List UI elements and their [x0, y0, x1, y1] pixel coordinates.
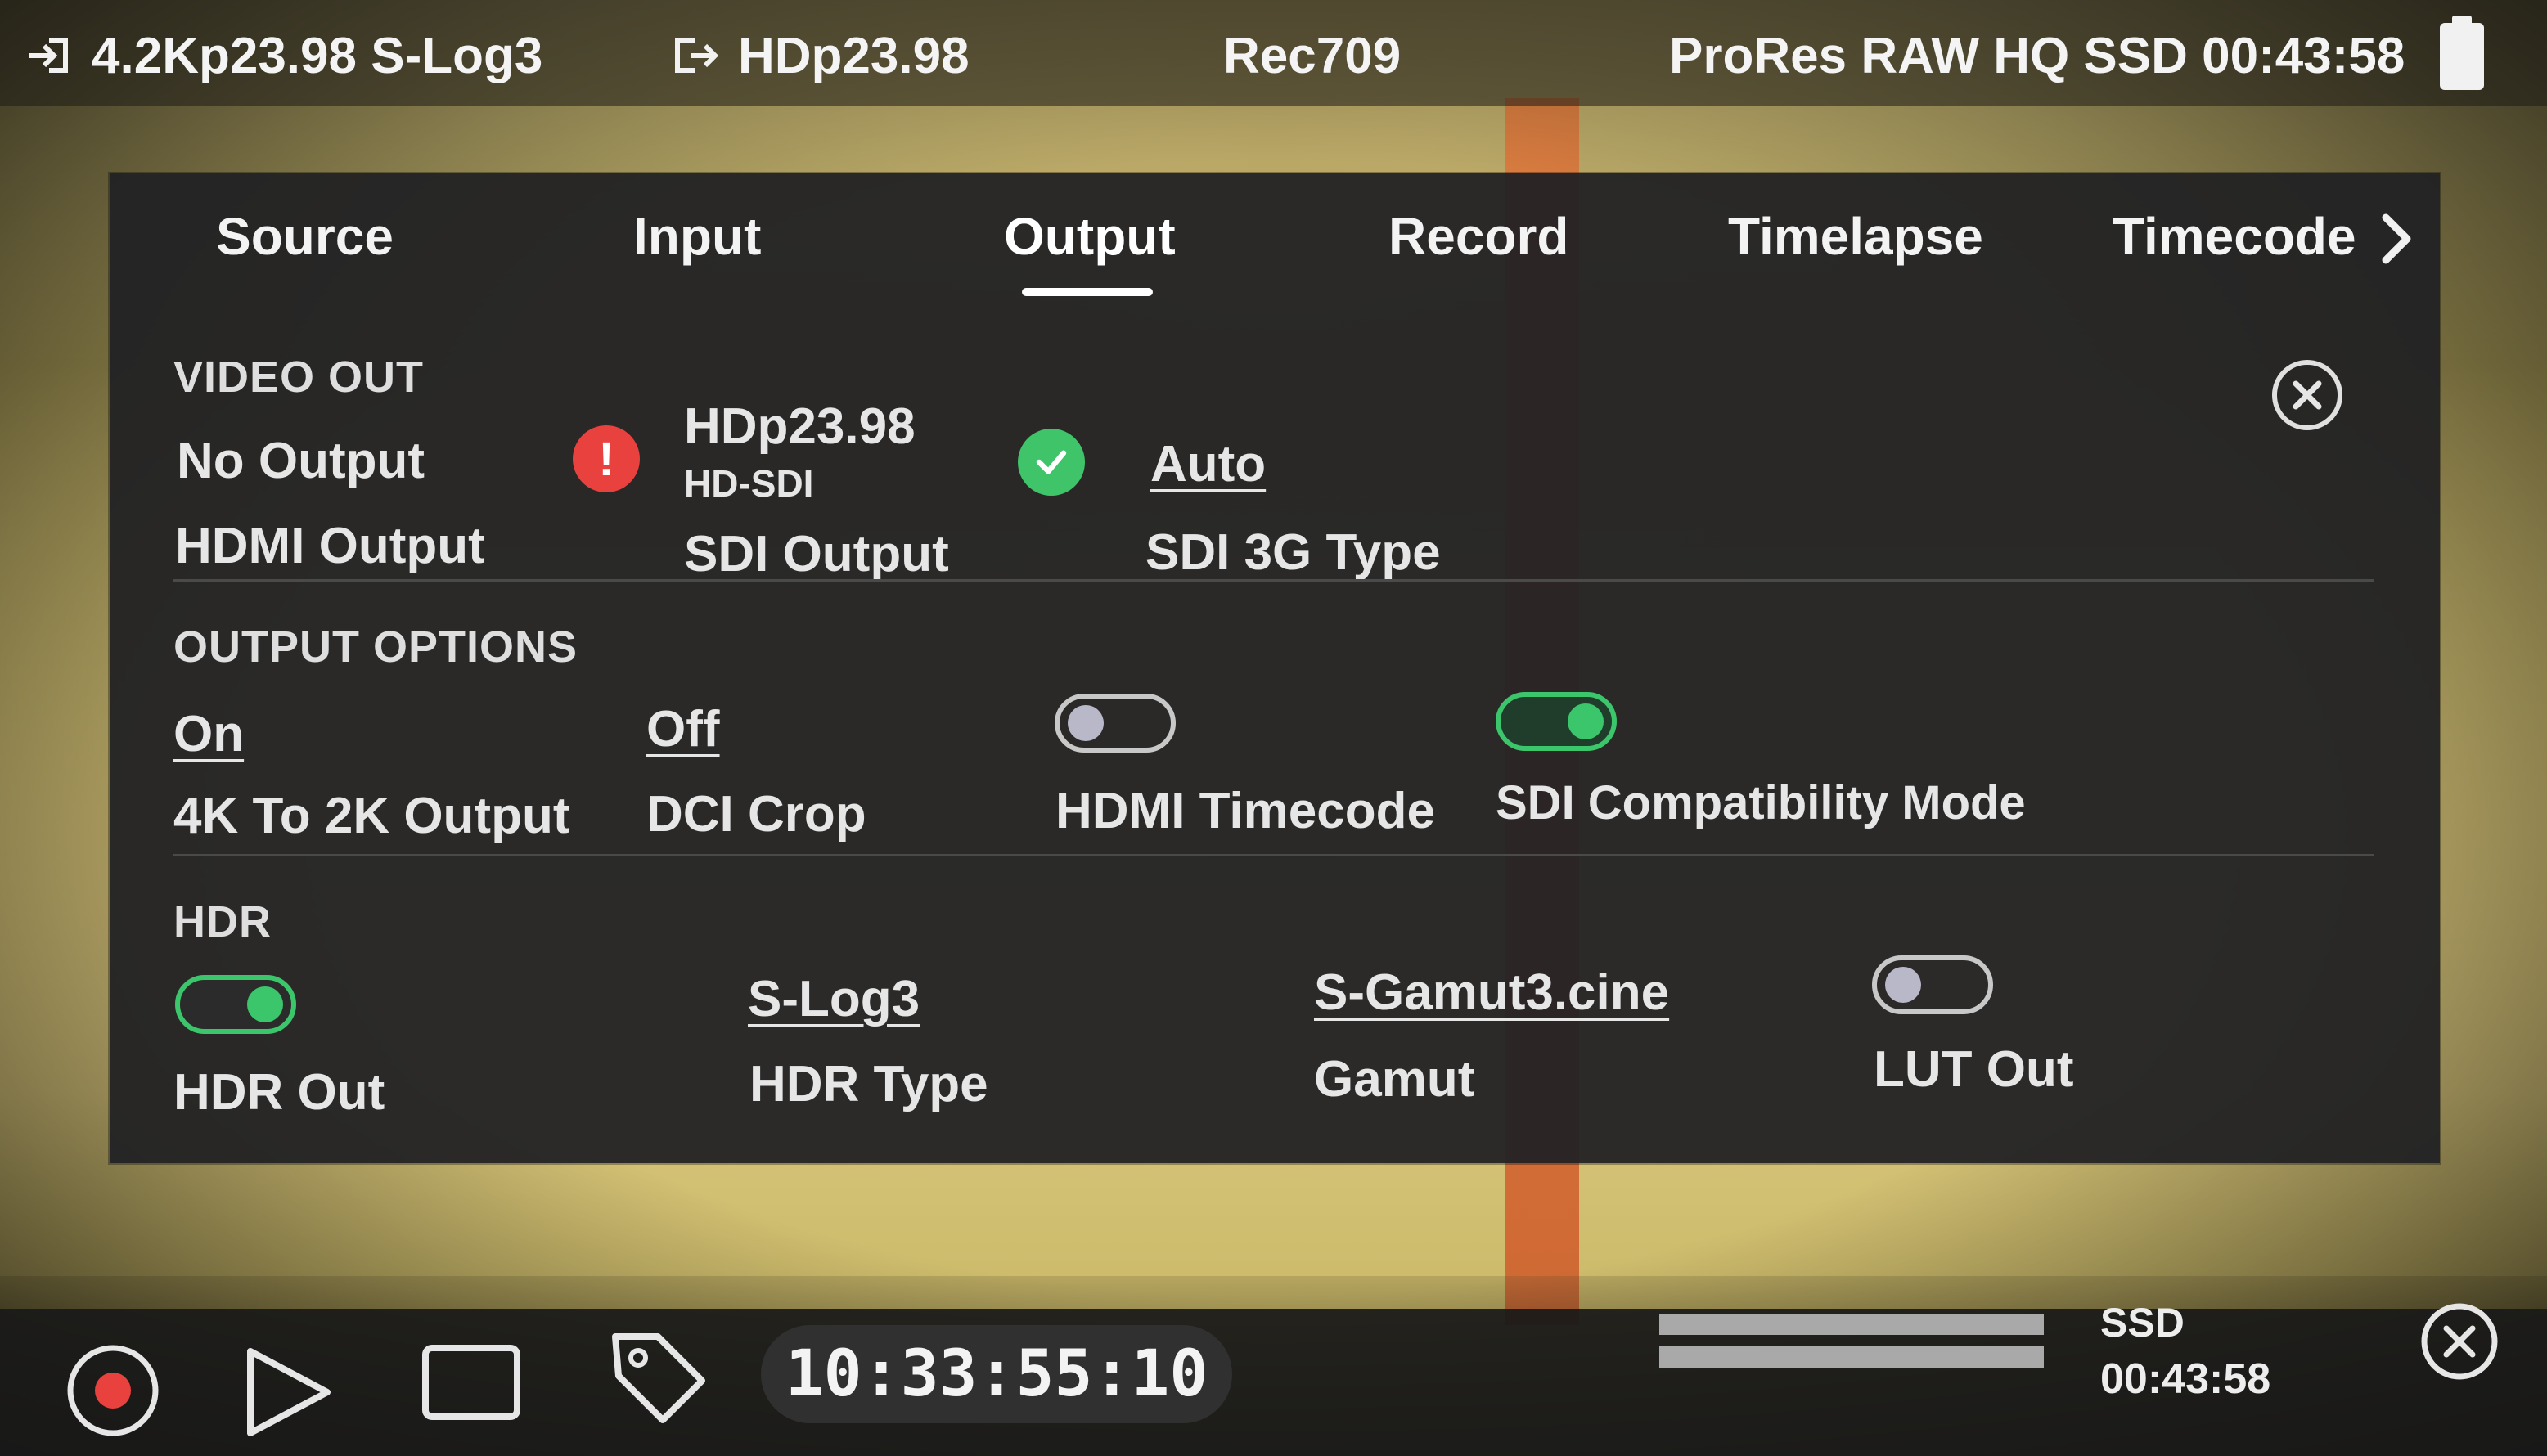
stop-button[interactable] [421, 1341, 522, 1423]
gamut-value[interactable]: S-Gamut3.cine [1314, 964, 1669, 1022]
tab-bar: Source Input Output Record Timelapse Tim… [110, 173, 2440, 312]
divider [173, 854, 2374, 856]
hdmi-output-label: HDMI Output [175, 518, 485, 574]
close-icon[interactable] [2419, 1301, 2500, 1382]
record-button[interactable] [64, 1341, 162, 1440]
media-remaining-time: 00:43:58 [2100, 1355, 2271, 1403]
dci-crop-label: DCI Crop [646, 786, 866, 843]
tab-input[interactable]: Input [633, 206, 761, 267]
gamut-label: Gamut [1314, 1051, 1475, 1108]
close-icon [2293, 380, 2322, 410]
output-settings-panel: Source Input Output Record Timelapse Tim… [110, 173, 2440, 1163]
divider [173, 579, 2374, 582]
hdmi-timecode-toggle[interactable] [1055, 694, 1176, 753]
4k-to-2k-label: 4K To 2K Output [173, 788, 570, 844]
media-label: SSD [2100, 1300, 2185, 1346]
video-out-title: VIDEO OUT [173, 353, 425, 402]
play-button[interactable] [239, 1343, 337, 1441]
close-panel-button[interactable] [2272, 360, 2342, 430]
input-icon [29, 38, 68, 73]
tab-output[interactable]: Output [1004, 206, 1176, 267]
active-tab-indicator [1022, 288, 1153, 296]
sdi-3g-type-value[interactable]: Auto [1150, 435, 1266, 493]
hdr-title: HDR [173, 897, 272, 946]
hdr-out-toggle[interactable] [175, 975, 296, 1034]
4k-to-2k-value[interactable]: On [173, 705, 244, 763]
sdi-output-value[interactable]: HDp23.98 [684, 398, 916, 456]
output-status-text: HDp23.98 [738, 27, 970, 84]
toggle-knob [1568, 703, 1604, 739]
input-status-text: 4.2Kp23.98 S-Log3 [92, 27, 543, 84]
output-status[interactable]: HDp23.98 [671, 23, 970, 88]
lut-status-text: Rec709 [1223, 27, 1402, 84]
tag-icon[interactable] [607, 1325, 709, 1427]
chevron-right-icon[interactable] [2371, 206, 2420, 272]
status-bar: 4.2Kp23.98 S-Log3 HDp23.98 Rec709 ProRes… [0, 0, 2547, 106]
output-options-title: OUTPUT OPTIONS [173, 622, 578, 672]
check-icon [1018, 429, 1085, 496]
tab-source[interactable]: Source [216, 206, 394, 267]
sdi-output-sub: HD-SDI [684, 462, 814, 505]
hdr-type-label: HDR Type [749, 1056, 988, 1112]
error-icon: ! [573, 425, 640, 492]
output-icon [675, 38, 719, 73]
dci-crop-value[interactable]: Off [646, 700, 720, 758]
hdr-out-label: HDR Out [173, 1064, 385, 1121]
sdi-compatibility-label: SDI Compatibility Mode [1496, 776, 2026, 829]
toggle-knob [1885, 967, 1921, 1003]
lut-status[interactable]: Rec709 [1223, 23, 1401, 88]
monitor-screen: 4.2Kp23.98 S-Log3 HDp23.98 Rec709 ProRes… [0, 0, 2547, 1456]
hdmi-timecode-label: HDMI Timecode [1055, 783, 1435, 839]
audio-meter-channel-1 [1659, 1314, 2044, 1335]
hdmi-output-value[interactable]: No Output [177, 432, 425, 490]
toggle-knob [247, 986, 283, 1022]
input-status[interactable]: 4.2Kp23.98 S-Log3 [25, 23, 542, 88]
tab-timelapse[interactable]: Timelapse [1728, 206, 1983, 267]
record-status[interactable]: ProRes RAW HQ SSD 00:43:58 [1669, 23, 2405, 88]
tab-timecode[interactable]: Timecode [2113, 206, 2356, 267]
battery-icon [2440, 16, 2484, 90]
lut-out-toggle[interactable] [1872, 955, 1993, 1014]
lut-out-label: LUT Out [1874, 1041, 2074, 1098]
checkmark-glyph [1036, 450, 1067, 474]
audio-meter [1659, 1310, 2044, 1371]
tab-record[interactable]: Record [1388, 206, 1569, 267]
sdi-compatibility-toggle[interactable] [1496, 692, 1617, 751]
audio-meter-channel-2 [1659, 1346, 2044, 1368]
hdr-type-value[interactable]: S-Log3 [748, 970, 920, 1028]
sdi-output-label: SDI Output [684, 526, 949, 582]
sdi-3g-type-label: SDI 3G Type [1145, 524, 1441, 581]
timecode-display[interactable]: 10:33:55:10 [761, 1325, 1232, 1423]
toggle-knob [1068, 705, 1104, 741]
record-status-text: ProRes RAW HQ SSD 00:43:58 [1669, 27, 2405, 84]
